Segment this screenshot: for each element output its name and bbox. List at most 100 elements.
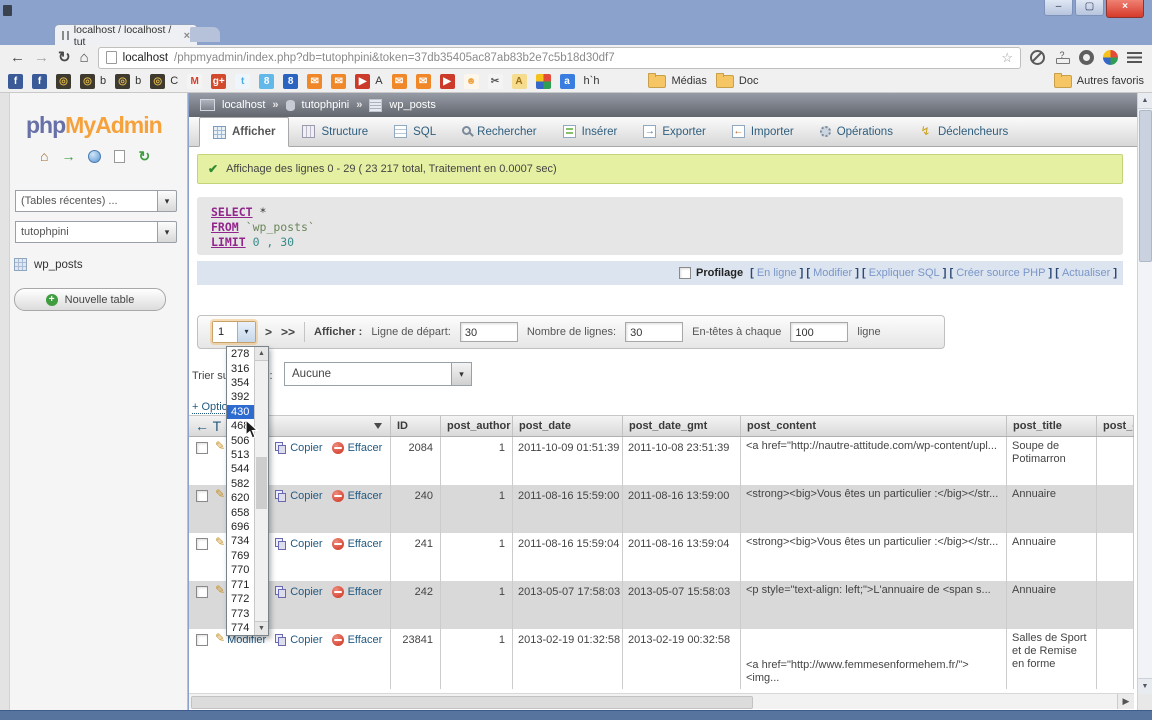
scrollbar-thumb[interactable] — [191, 696, 753, 709]
scrollbar-thumb[interactable] — [256, 457, 267, 509]
sidebar-item-wp-posts[interactable]: wp_posts — [14, 258, 187, 271]
recent-tables-select[interactable]: (Tables récentes) ... ▾ — [15, 190, 177, 212]
page-option-620[interactable]: 620 — [227, 491, 254, 505]
edit-icon[interactable] — [215, 632, 225, 646]
edit-icon[interactable] — [215, 488, 225, 502]
delete-icon[interactable] — [331, 538, 344, 550]
page-option-772[interactable]: 772 — [227, 592, 254, 606]
breadcrumb-server[interactable]: localhost — [222, 99, 265, 111]
bookmark-favicon[interactable]: ◎ — [56, 73, 71, 89]
profiling-link[interactable]: [ Modifier ] — [806, 267, 862, 279]
tab-insérer[interactable]: Insérer — [550, 117, 631, 146]
tab-exporter[interactable]: Exporter — [630, 117, 718, 146]
scroll-up-icon[interactable]: ▲ — [1138, 93, 1152, 109]
dropdown-scrollbar[interactable]: ▲ ▼ — [254, 347, 268, 635]
edit-icon[interactable] — [215, 440, 225, 454]
bookmark-star-icon[interactable]: ☆ — [1001, 50, 1013, 66]
page-number-select[interactable]: 1 ▾ — [212, 321, 256, 343]
bookmark-favicon[interactable]: ▶ — [439, 73, 455, 89]
page-option-774[interactable]: 774 — [227, 621, 254, 635]
copy-icon[interactable] — [275, 586, 287, 598]
bookmark-favicon[interactable]: ◎ — [115, 73, 131, 89]
bookmark-label[interactable]: A — [375, 75, 382, 87]
profiling-link[interactable]: [ Actualiser ] — [1055, 267, 1117, 279]
scroll-up-icon[interactable]: ▲ — [255, 347, 268, 361]
column-header-post_content[interactable]: post_content — [741, 416, 1007, 436]
delete-link[interactable]: Effacer — [348, 490, 383, 503]
tab-rechercher[interactable]: Rechercher — [449, 117, 549, 146]
column-header-post_title[interactable]: post_title — [1007, 416, 1097, 436]
page-option-696[interactable]: 696 — [227, 520, 254, 534]
delete-link[interactable]: Effacer — [348, 634, 383, 647]
bookmark-favicon[interactable]: a — [559, 73, 575, 89]
page-option-430[interactable]: 430 — [227, 404, 254, 420]
chevron-down-icon[interactable]: ▾ — [157, 190, 177, 212]
database-select[interactable]: tutophpini ▾ — [15, 221, 177, 243]
profiling-checkbox[interactable] — [679, 267, 691, 279]
gear-icon[interactable] — [1079, 50, 1094, 65]
new-tab-button[interactable] — [190, 27, 220, 42]
maximize-button[interactable]: ▢ — [1075, 0, 1104, 16]
bookmark-favicon[interactable]: ✉ — [307, 73, 323, 89]
page-option-316[interactable]: 316 — [227, 361, 254, 375]
menu-icon[interactable] — [1127, 52, 1142, 63]
delete-icon[interactable] — [331, 634, 344, 646]
reload-icon[interactable]: ↻ — [58, 48, 71, 68]
start-row-input[interactable] — [459, 322, 518, 342]
last-page-button[interactable]: >> — [281, 325, 295, 339]
page-option-582[interactable]: 582 — [227, 477, 254, 491]
column-menu-icon[interactable] — [374, 423, 382, 429]
sidebar-collapse-strip[interactable] — [0, 93, 10, 710]
tab-importer[interactable]: Importer — [719, 117, 807, 146]
bookmark-favicon[interactable]: M — [187, 73, 203, 89]
chevron-down-icon[interactable]: ▾ — [451, 363, 471, 385]
page-option-354[interactable]: 354 — [227, 376, 254, 390]
forward-icon[interactable]: → — [34, 48, 49, 68]
delete-icon[interactable] — [331, 442, 344, 454]
home-icon[interactable]: ⌂ — [80, 48, 89, 68]
chevron-down-icon[interactable]: ▾ — [237, 322, 255, 342]
page-option-770[interactable]: 770 — [227, 563, 254, 577]
edit-icon[interactable] — [215, 584, 225, 598]
page-option-544[interactable]: 544 — [227, 462, 254, 476]
close-button[interactable]: × — [1106, 0, 1144, 18]
bookmark-favicon[interactable]: ✉ — [331, 73, 347, 89]
breadcrumb-table[interactable]: wp_posts — [389, 99, 435, 111]
scroll-right-icon[interactable]: ▶ — [1117, 694, 1134, 709]
bookmark-favicon[interactable]: ◎ — [150, 73, 166, 89]
bookmark-favicon[interactable]: 8 — [283, 73, 299, 89]
tab-structure[interactable]: Structure — [289, 117, 381, 146]
scroll-down-icon[interactable]: ▼ — [1138, 678, 1152, 694]
page-option-734[interactable]: 734 — [227, 534, 254, 548]
copy-link[interactable]: Copier — [290, 586, 322, 599]
bookmark-label[interactable]: b — [100, 75, 106, 87]
vertical-scrollbar[interactable]: ▲ ▼ — [1137, 93, 1152, 694]
logout-icon[interactable]: → — [61, 148, 75, 164]
refresh-icon[interactable]: ↻ — [138, 148, 150, 164]
bookmark-favicon[interactable]: f — [8, 73, 23, 89]
extension-sync-icon[interactable] — [1030, 50, 1045, 65]
profiling-link[interactable]: [ Expliquer SQL ] — [862, 267, 949, 279]
scroll-down-icon[interactable]: ▼ — [255, 621, 268, 635]
tab-déclencheurs[interactable]: Déclencheurs — [906, 117, 1021, 146]
browser-tab[interactable]: localhost / localhost / tut × — [54, 24, 198, 48]
tab-opérations[interactable]: Opérations — [807, 117, 906, 146]
page-option-513[interactable]: 513 — [227, 448, 254, 462]
delete-icon[interactable] — [331, 490, 344, 502]
phpmyadmin-logo[interactable]: phpMyAdmin — [26, 112, 187, 139]
delete-link[interactable]: Effacer — [348, 538, 383, 551]
copy-icon[interactable] — [275, 634, 287, 646]
bookmark-favicon[interactable]: ✉ — [391, 73, 407, 89]
profiling-link[interactable]: [ En ligne ] — [750, 267, 806, 279]
bookmark-favicon[interactable]: A — [511, 73, 527, 89]
row-count-input[interactable] — [625, 322, 684, 342]
bookmark-favicon[interactable]: ▶ — [355, 73, 371, 89]
edit-icon[interactable] — [215, 536, 225, 550]
headers-every-input[interactable] — [790, 322, 849, 342]
row-checkbox[interactable] — [196, 538, 208, 550]
bookmark-item[interactable]: h`h — [584, 75, 600, 87]
docs-icon[interactable] — [114, 149, 126, 163]
bookmark-folder-medias[interactable]: Médias — [648, 72, 707, 88]
horizontal-scrollbar[interactable]: ▶ — [189, 693, 1134, 709]
new-table-button[interactable]: + Nouvelle table — [14, 288, 166, 311]
